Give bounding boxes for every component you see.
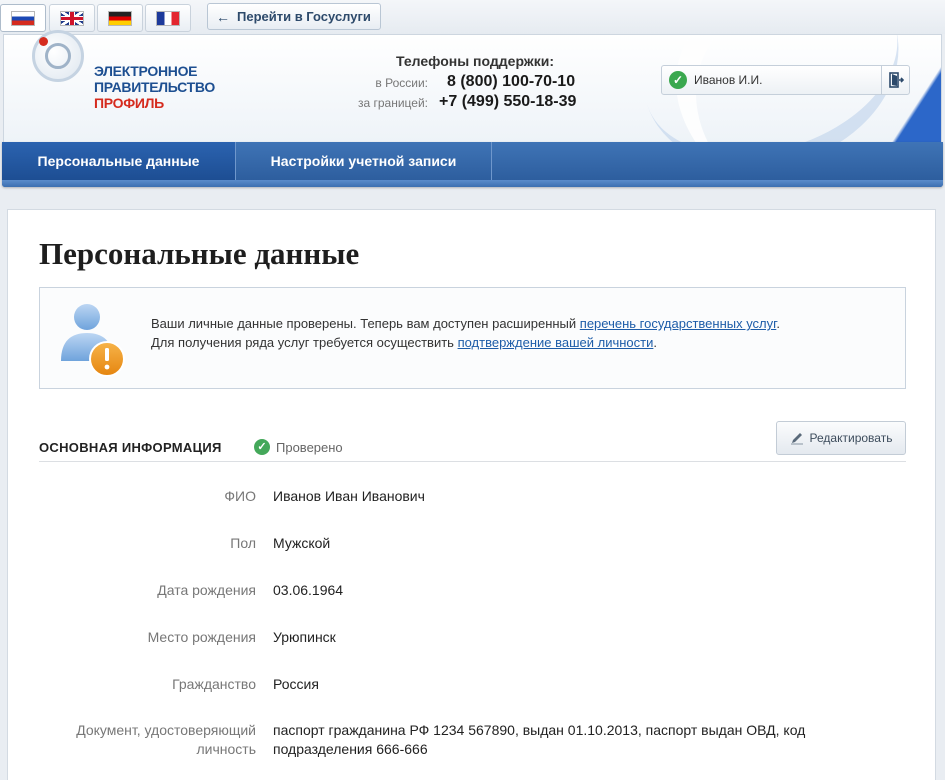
- goto-gosuslugi-button[interactable]: ← Перейти в Госуслуги: [207, 3, 381, 30]
- basic-info-header: ОСНОВНАЯ ИНФОРМАЦИЯ ✓ Проверено Редактир…: [39, 420, 906, 462]
- notice-line-1: Ваши личные данные проверены. Теперь вам…: [151, 316, 780, 331]
- language-bar: ← Перейти в Госуслуги: [0, 0, 945, 34]
- flag-fr-icon: [156, 10, 180, 26]
- notice-text: Ваши личные данные проверены. Теперь вам…: [151, 314, 780, 352]
- field-value: Мужской: [273, 535, 331, 551]
- verified-status: ✓ Проверено: [254, 439, 343, 455]
- pencil-icon: [790, 433, 803, 445]
- section-title: ОСНОВНАЯ ИНФОРМАЦИЯ: [39, 440, 222, 455]
- verified-status-label: Проверено: [276, 439, 343, 455]
- verification-notice: Ваши личные данные проверены. Теперь вам…: [39, 287, 906, 389]
- field-value: 03.06.1964: [273, 582, 344, 598]
- user-name[interactable]: Иванов И.И.: [694, 73, 881, 87]
- support-phone-abroad: за границей: +7 (499) 550-18-39: [357, 93, 577, 110]
- field-label: ФИО: [224, 488, 256, 504]
- language-de-button[interactable]: [97, 4, 143, 32]
- identity-confirmation-link[interactable]: подтверждение вашей личности: [458, 335, 654, 350]
- arrow-left-icon: ←: [216, 8, 230, 25]
- field-value: Урюпинск: [273, 629, 336, 645]
- support-title: Телефоны поддержки:: [396, 53, 555, 69]
- field-value: Россия: [273, 676, 319, 692]
- field-value: Иванов Иван Иванович: [273, 488, 425, 504]
- support-phone-russia: в России: 8 (800) 100-70-10: [375, 73, 576, 90]
- logo-text[interactable]: ЭЛЕКТРОННОЕ ПРАВИТЕЛЬСТВО ПРОФИЛЬ: [94, 63, 215, 111]
- logout-button[interactable]: [881, 66, 909, 94]
- field-label: Пол: [230, 535, 256, 551]
- main-nav: Персональные данные Настройки учетной за…: [2, 142, 943, 187]
- flag-uk-icon: [60, 10, 84, 26]
- user-menu[interactable]: ✓ Иванов И.И.: [661, 65, 910, 95]
- main-content: Персональные данные Ваши личные данные п…: [7, 209, 936, 780]
- flag-ru-icon: [11, 10, 35, 26]
- field-label: Документ, удостоверяющий личность: [76, 722, 256, 757]
- tab-personal-data[interactable]: Персональные данные: [2, 142, 235, 180]
- field-label: Дата рождения: [157, 582, 256, 598]
- page-title: Персональные данные: [39, 236, 360, 271]
- user-warning-icon: [61, 304, 125, 377]
- field-value: паспорт гражданина РФ 1234 567890, выдан…: [273, 722, 806, 757]
- logo-emblem-icon[interactable]: [32, 30, 84, 82]
- field-label: Место рождения: [147, 629, 256, 645]
- notice-line-2: Для получения ряда услуг требуется осуще…: [151, 335, 657, 350]
- check-icon: ✓: [669, 71, 687, 89]
- check-icon: ✓: [254, 439, 270, 455]
- goto-gosuslugi-label: Перейти в Госуслуги: [237, 9, 371, 24]
- language-ru-button[interactable]: [0, 4, 46, 32]
- services-list-link[interactable]: перечень государственных услуг: [580, 316, 777, 331]
- language-en-button[interactable]: [49, 4, 95, 32]
- edit-button[interactable]: Редактировать: [776, 421, 906, 455]
- flag-de-icon: [108, 10, 132, 26]
- logout-icon: [888, 72, 904, 88]
- tab-account-settings[interactable]: Настройки учетной записи: [237, 142, 490, 180]
- language-fr-button[interactable]: [145, 4, 191, 32]
- edit-button-label: Редактировать: [809, 431, 893, 445]
- field-label: Гражданство: [172, 676, 256, 692]
